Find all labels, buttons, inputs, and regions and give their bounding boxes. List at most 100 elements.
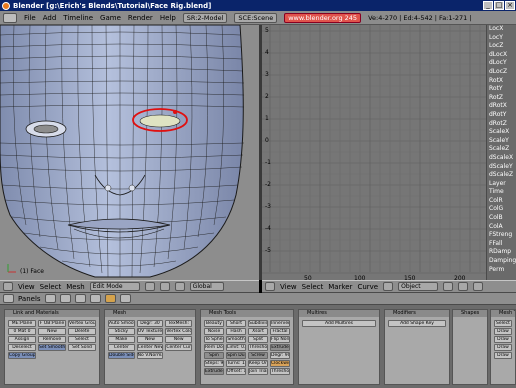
- orientation-dropdown[interactable]: Global: [189, 282, 224, 291]
- ipo-channel-colb[interactable]: ColB: [487, 214, 516, 223]
- panel-button[interactable]: Assign: [8, 336, 36, 343]
- panel-button[interactable]: Add Shape Key: [388, 320, 446, 327]
- panel-button[interactable]: Spin Dup: [226, 352, 246, 359]
- panel-button[interactable]: Deselect: [8, 344, 36, 351]
- 3d-viewport[interactable]: (1) Face: [0, 25, 259, 280]
- ipo-channel-dscalez[interactable]: dScaleZ: [487, 171, 516, 180]
- ipo-channel-colr[interactable]: ColR: [487, 197, 516, 206]
- panel-button[interactable]: Center Cursor: [165, 344, 192, 351]
- pivot-icon[interactable]: [159, 282, 170, 291]
- panel-title[interactable]: Shapes: [453, 310, 487, 317]
- panel-button[interactable]: Clockwise: [270, 360, 290, 367]
- ipo-channel-roty[interactable]: RotY: [487, 85, 516, 94]
- panel-button[interactable]: Delete: [68, 328, 96, 335]
- panel-button[interactable]: Copy Group: [8, 352, 36, 359]
- menu-select[interactable]: Select: [40, 283, 62, 291]
- draw-type-icon[interactable]: [144, 282, 155, 291]
- ipo-channel-scalex[interactable]: ScaleX: [487, 128, 516, 137]
- panel-button[interactable]: Noise: [204, 328, 224, 335]
- ipo-type-dropdown[interactable]: Object: [398, 282, 439, 291]
- editing-context-icon[interactable]: [104, 294, 116, 303]
- ipo-channel-colg[interactable]: ColG: [487, 205, 516, 214]
- panel-button[interactable]: Fractal: [270, 328, 290, 335]
- panel-button[interactable]: Flip Normals: [270, 336, 290, 343]
- panel-button[interactable]: Subdivide: [248, 320, 268, 327]
- screen-selector[interactable]: SR:2-Model: [182, 12, 228, 23]
- ipo-channel-locz[interactable]: LocZ: [487, 42, 516, 51]
- panel-button[interactable]: Set Solid: [68, 344, 96, 351]
- panel-button[interactable]: Center New: [136, 344, 164, 351]
- ipo-copy-icon[interactable]: [473, 282, 484, 291]
- object-context-icon[interactable]: [89, 294, 101, 303]
- panel-button[interactable]: Hash: [226, 328, 246, 335]
- panel-button[interactable]: Split: [248, 336, 268, 343]
- menu-marker[interactable]: Marker: [328, 283, 352, 291]
- panel-button[interactable]: New: [165, 336, 192, 343]
- menu-add[interactable]: Add: [43, 14, 57, 22]
- manipulator-icon[interactable]: [174, 282, 185, 291]
- panel-button[interactable]: Turns: 1: [226, 360, 246, 367]
- panel-button[interactable]: Beauty: [204, 320, 224, 327]
- ipo-channel-damping[interactable]: Damping: [487, 257, 516, 266]
- ipo-channel-fstreng[interactable]: FStreng: [487, 231, 516, 240]
- panel-button[interactable]: Spin: [204, 352, 224, 359]
- ipo-channel-ffall[interactable]: FFall: [487, 240, 516, 249]
- ipo-channel-perm[interactable]: Perm: [487, 266, 516, 275]
- panel-button[interactable]: Degr: 90.00: [270, 352, 290, 359]
- panel-button[interactable]: Rem Doubles: [204, 344, 224, 351]
- panel-button[interactable]: Auto Smooth: [108, 320, 135, 327]
- panel-button[interactable]: ME:Plane: [8, 320, 36, 327]
- panel-button[interactable]: Xsort: [248, 328, 268, 335]
- ipo-type-icon[interactable]: [383, 282, 394, 291]
- menu-curve[interactable]: Curve: [357, 283, 378, 291]
- panel-button[interactable]: No V.Normal Flip: [136, 352, 164, 359]
- menu-timeline[interactable]: Timeline: [63, 14, 93, 22]
- panel-button[interactable]: To Sphere: [204, 336, 224, 343]
- scene-selector[interactable]: SCE:Scene: [234, 12, 278, 23]
- panel-button[interactable]: Select: [494, 320, 512, 327]
- panel-title[interactable]: Link and Materials: [5, 310, 99, 317]
- panel-title[interactable]: Multires: [299, 310, 379, 317]
- panel-button[interactable]: Keep Original: [248, 360, 268, 367]
- panel-title[interactable]: Mesh: [105, 310, 195, 317]
- panel-button[interactable]: Screw: [248, 352, 268, 359]
- close-button[interactable]: ×: [505, 1, 515, 10]
- panel-button[interactable]: TexMesh:: [165, 320, 192, 327]
- editor-type-icon[interactable]: [265, 282, 275, 291]
- menu-help[interactable]: Help: [160, 14, 176, 22]
- panel-button[interactable]: Add Multires: [302, 320, 376, 327]
- panel-button[interactable]: Threshold: 0.800: [270, 368, 290, 375]
- panel-button[interactable]: Join Triangles: [248, 368, 268, 375]
- ipo-channel-drotx[interactable]: dRotX: [487, 102, 516, 111]
- panel-button[interactable]: Remove: [38, 336, 66, 343]
- shading-context-icon[interactable]: [74, 294, 86, 303]
- ipo-zoom-icon[interactable]: [458, 282, 469, 291]
- ipo-channel-dlocy[interactable]: dLocY: [487, 59, 516, 68]
- panel-title[interactable]: Modifiers: [385, 310, 449, 317]
- minimize-button[interactable]: _: [483, 1, 493, 10]
- ipo-channel-rotz[interactable]: RotZ: [487, 94, 516, 103]
- ipo-channel-locx[interactable]: LocX: [487, 25, 516, 34]
- panel-title[interactable]: Mesh Tools: [201, 310, 293, 317]
- script-context-icon[interactable]: [59, 294, 71, 303]
- menu-view[interactable]: View: [280, 283, 297, 291]
- ipo-channel-scaley[interactable]: ScaleY: [487, 137, 516, 146]
- menu-select[interactable]: Select: [302, 283, 324, 291]
- menu-view[interactable]: View: [18, 283, 35, 291]
- ipo-channel-dlocz[interactable]: dLocZ: [487, 68, 516, 77]
- panel-button[interactable]: Double Sided: [108, 352, 135, 359]
- ipo-channel-dlocx[interactable]: dLocX: [487, 51, 516, 60]
- panel-button[interactable]: UV Texture: [136, 328, 164, 335]
- panel-button[interactable]: Degr: 30: [136, 320, 164, 327]
- panel-button[interactable]: Set Smooth: [38, 344, 66, 351]
- ipo-channel-dscaley[interactable]: dScaleY: [487, 163, 516, 172]
- panel-button[interactable]: Smooth: [226, 336, 246, 343]
- ipo-channel-locy[interactable]: LocY: [487, 34, 516, 43]
- menu-file[interactable]: File: [24, 14, 36, 22]
- logic-context-icon[interactable]: [44, 294, 56, 303]
- ipo-channel-droty[interactable]: dRotY: [487, 111, 516, 120]
- editor-type-icon[interactable]: [3, 282, 13, 291]
- ipo-channel-time[interactable]: Time: [487, 188, 516, 197]
- panel-button[interactable]: Select: [68, 336, 96, 343]
- blender-url-link[interactable]: www.blender.org 245: [284, 12, 362, 23]
